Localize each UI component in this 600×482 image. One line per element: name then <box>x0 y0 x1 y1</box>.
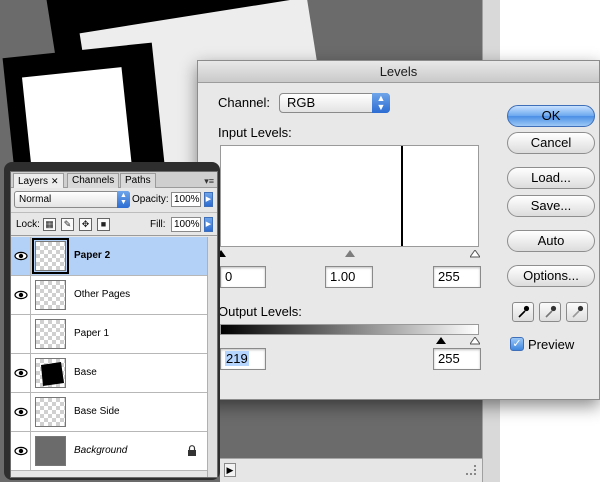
black-eyedropper-button[interactable] <box>512 302 534 322</box>
eye-icon <box>14 446 28 456</box>
blend-mode-select[interactable]: Normal ▲ ▼ <box>14 191 130 208</box>
fill-arrow-icon[interactable]: ▶ <box>204 217 213 232</box>
resize-grip-icon[interactable] <box>466 465 476 475</box>
load-button[interactable]: Load... <box>507 167 595 189</box>
eye-icon <box>14 290 28 300</box>
fill-field[interactable]: 100% <box>171 217 201 232</box>
base-shape-icon <box>41 362 64 386</box>
save-button[interactable]: Save... <box>507 195 595 217</box>
output-white-slider[interactable] <box>470 337 480 345</box>
tab-channels[interactable]: Channels <box>67 173 120 188</box>
layers-scrollbar[interactable] <box>207 237 217 477</box>
lock-label: Lock: <box>16 219 40 230</box>
lock-image-icon[interactable]: ✎ <box>61 218 74 231</box>
layer-thumbnail <box>35 436 66 466</box>
input-gamma-slider[interactable] <box>345 250 355 257</box>
layer-thumbnail <box>35 319 66 349</box>
channel-select-value: RGB <box>287 95 316 110</box>
output-black-value: 219 <box>225 351 249 366</box>
status-bar-arrow-icon[interactable]: ▶ <box>224 463 236 477</box>
visibility-toggle[interactable] <box>11 315 31 353</box>
output-black-field[interactable]: 219 <box>220 348 266 370</box>
chevron-updown-icon: ▲ ▼ <box>372 93 390 113</box>
layer-name: Background <box>74 445 128 456</box>
layer-row-base-side[interactable]: Base Side <box>11 393 207 432</box>
dialog-title[interactable]: Levels <box>198 61 599 83</box>
eye-icon <box>14 368 28 378</box>
preview-checkbox[interactable]: ✓ <box>510 337 524 351</box>
lock-transparency-icon[interactable]: ▦ <box>43 218 56 231</box>
histogram-spike <box>401 146 403 246</box>
visibility-toggle[interactable] <box>11 237 31 275</box>
layer-row-paper-2[interactable]: Paper 2 <box>11 237 207 276</box>
input-levels-label: Input Levels: <box>218 125 292 140</box>
layer-row-other-pages[interactable]: Other Pages <box>11 276 207 315</box>
document-status-bar: ▶ <box>220 458 482 482</box>
blend-mode-value: Normal <box>19 194 52 205</box>
panel-tab-bar: Layers ✕ Channels Paths ▾≡ <box>11 172 217 188</box>
visibility-toggle[interactable] <box>11 432 31 470</box>
input-gamma-field[interactable]: 1.00 <box>325 266 373 288</box>
options-button[interactable]: Options... <box>507 265 595 287</box>
auto-button[interactable]: Auto <box>507 230 595 252</box>
lock-position-icon[interactable]: ✥ <box>79 218 92 231</box>
opacity-label: Opacity: <box>132 194 169 205</box>
blend-row: Normal ▲ ▼ Opacity: 100% ▶ <box>11 189 217 211</box>
levels-dialog: Levels Channel: RGB ▲ ▼ Input Levels: 0 1… <box>197 60 600 400</box>
white-eyedropper-button[interactable] <box>566 302 588 322</box>
layer-name: Base <box>74 367 97 378</box>
opacity-field[interactable]: 100% <box>171 192 201 207</box>
cancel-button[interactable]: Cancel <box>507 132 595 154</box>
ok-button[interactable]: OK <box>507 105 595 127</box>
channel-select[interactable]: RGB ▲ ▼ <box>279 93 390 113</box>
output-black-slider[interactable] <box>436 337 446 344</box>
layer-row-background[interactable]: Background <box>11 432 207 471</box>
output-white-field[interactable]: 255 <box>433 348 481 370</box>
lock-all-icon[interactable]: ■ <box>97 218 110 231</box>
opacity-arrow-icon[interactable]: ▶ <box>204 192 213 207</box>
tab-paths[interactable]: Paths <box>120 173 156 188</box>
output-levels-label: Output Levels: <box>218 304 302 319</box>
layer-thumbnail <box>32 238 69 274</box>
eyedropper-black-icon <box>518 305 530 318</box>
layer-list: Paper 2 Other Pages Paper 1 Base Base Si… <box>11 237 207 477</box>
layer-name: Base Side <box>74 406 120 417</box>
layer-thumbnail <box>35 358 66 388</box>
eye-icon <box>14 251 28 261</box>
layer-row-base[interactable]: Base <box>11 354 207 393</box>
layer-name: Paper 1 <box>74 328 110 339</box>
layer-thumbnail <box>35 280 66 310</box>
lock-row: Lock: ▦ ✎ ✥ ■ Fill: 100% ▶ <box>11 212 217 236</box>
input-white-slider[interactable] <box>470 250 480 258</box>
visibility-toggle[interactable] <box>11 276 31 314</box>
close-icon[interactable]: ✕ <box>51 176 59 186</box>
chevron-updown-icon: ▲ ▼ <box>117 191 130 208</box>
layer-name: Paper 2 <box>74 250 111 261</box>
layers-panel: Layers ✕ Channels Paths ▾≡ Normal ▲ ▼ Opac… <box>4 162 220 480</box>
lock-icon <box>188 445 196 456</box>
gray-eyedropper-button[interactable] <box>539 302 561 322</box>
eye-icon <box>14 407 28 417</box>
layer-row-paper-1[interactable]: Paper 1 <box>11 315 207 354</box>
visibility-toggle[interactable] <box>11 393 31 431</box>
photoshop-workspace: ▶ Levels Channel: RGB ▲ ▼ Input Levels: 0… <box>0 0 600 482</box>
layers-panel-body: Layers ✕ Channels Paths ▾≡ Normal ▲ ▼ Opac… <box>10 171 218 478</box>
input-black-field[interactable]: 0 <box>220 266 266 288</box>
tab-layers[interactable]: Layers ✕ <box>13 173 64 188</box>
levels-histogram <box>220 145 479 247</box>
eyedropper-white-icon <box>572 305 584 318</box>
channel-label: Channel: <box>218 95 271 110</box>
panel-menu-icon[interactable]: ▾≡ <box>204 176 214 187</box>
layer-thumbnail <box>35 397 66 427</box>
output-gradient-bar <box>220 324 479 335</box>
eyedropper-gray-icon <box>545 305 557 318</box>
tab-layers-label: Layers <box>18 176 49 187</box>
fill-label: Fill: <box>150 219 166 230</box>
input-white-field[interactable]: 255 <box>433 266 481 288</box>
visibility-toggle[interactable] <box>11 354 31 392</box>
preview-label: Preview <box>528 337 575 352</box>
layer-name: Other Pages <box>74 289 131 300</box>
